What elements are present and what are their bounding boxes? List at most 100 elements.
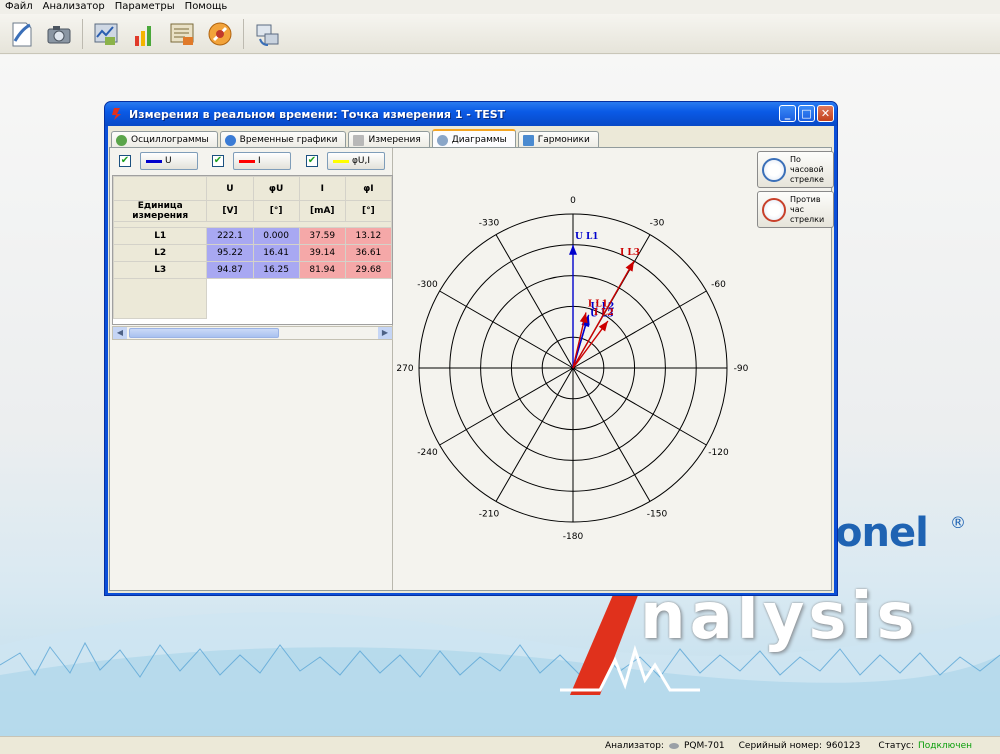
clock-reverse-icon (762, 197, 786, 222)
maximize-button[interactable]: □ (798, 105, 815, 122)
new-document-button[interactable] (4, 17, 38, 51)
phasor-arrowhead (569, 244, 577, 255)
status-value: Подключен (918, 740, 972, 751)
polar-spoke (572, 367, 707, 446)
harmonics-icon (522, 134, 534, 146)
phasor-arrowhead (598, 321, 608, 332)
chart-bars-icon (135, 25, 151, 46)
chart-bars-button[interactable] (127, 17, 161, 51)
empty-row-header (113, 278, 208, 319)
tab-measurements[interactable]: Измерения (348, 131, 430, 148)
angle-tick-label: -240 (417, 448, 438, 458)
angle-tick-label: -90 (734, 364, 749, 374)
menu-bar: Файл Анализатор Параметры Помощь (0, 0, 1000, 14)
phasor-label: U L1 (575, 232, 599, 242)
report-button[interactable] (165, 17, 199, 51)
u-swatch (146, 159, 162, 163)
analyzer-value: PQM-701 (683, 740, 725, 751)
scroll-left-arrow[interactable]: ◀ (113, 327, 127, 339)
analyzer-settings-icon (94, 23, 118, 45)
oscilloscope-icon (116, 134, 127, 146)
new-document-icon (12, 22, 32, 46)
polar-chart: 0 -30 -60 -90 -120 -150 -180 -210 -240 270 -300 -33… (396, 196, 749, 542)
column-header: φI (344, 176, 392, 201)
serial-label: Серийный номер: (738, 740, 823, 751)
menu-file[interactable]: Файл (0, 0, 38, 14)
window-title: Измерения в реальном времени: Точка изме… (129, 107, 506, 121)
corner-cell (113, 176, 208, 201)
tab-harmonics[interactable]: Гармоники (517, 131, 599, 148)
connect-button[interactable] (250, 17, 284, 51)
row-label: L3 (113, 261, 208, 279)
tab-strip: Осциллограммы Временные графики Измерени… (111, 128, 601, 149)
window-titlebar[interactable]: Измерения в реальном времени: Точка изме… (105, 102, 837, 126)
phasor-arrowhead (579, 312, 588, 324)
minimize-button[interactable]: _ (779, 105, 796, 122)
tab-label: Измерения (368, 135, 421, 145)
polar-spoke (572, 367, 651, 502)
angle-tick-label: -210 (479, 509, 500, 519)
u-checkbox[interactable]: ✔ (119, 155, 131, 167)
phasor-arrowhead (625, 260, 635, 272)
counterclockwise-label: Против час стрелки (790, 194, 825, 224)
angle-tick-label: -120 (708, 448, 729, 458)
i-series-button[interactable]: I (233, 152, 291, 170)
diagram-icon (436, 134, 448, 146)
toolbar (0, 14, 1000, 54)
tab-time-graphs[interactable]: Временные графики (219, 131, 347, 148)
i-swatch (239, 159, 255, 163)
tab-oscillograms[interactable]: Осциллограммы (111, 131, 218, 148)
tab-label: Диаграммы (451, 135, 507, 145)
tab-label: Осциллограммы (131, 135, 209, 145)
table-row: L3 94.87 16.25 81.94 29.68 (113, 261, 392, 279)
tools-icon (208, 22, 232, 45)
scroll-thumb[interactable] (129, 328, 279, 338)
phi-series-button[interactable]: φU,I (327, 152, 385, 170)
angle-tick-label: -300 (417, 280, 438, 290)
diagrams-pane: ✔ U ✔ I ✔ φU,I U φU I φI Единица измерен… (109, 147, 834, 591)
horizontal-scrollbar[interactable]: ◀ ▶ (112, 326, 393, 340)
unit-cell: [V] (206, 200, 254, 222)
menu-help[interactable]: Помощь (180, 0, 233, 14)
phasor-label: I L3 (620, 248, 640, 258)
empty-area (207, 279, 392, 319)
u-series-button[interactable]: U (140, 152, 198, 170)
angle-tick-label: 0 (570, 196, 576, 206)
table-cell: 222.1 (206, 227, 254, 245)
table-cell: 16.41 (252, 244, 300, 262)
angle-tick-label: -30 (650, 219, 665, 229)
i-checkbox[interactable]: ✔ (212, 155, 224, 167)
phi-swatch (333, 159, 349, 163)
window-app-icon (112, 108, 121, 120)
polar-spoke (439, 367, 574, 446)
series-toggles: ✔ U ✔ I ✔ φU,I (110, 152, 393, 172)
phasor-diagram: 0 -30 -60 -90 -120 -150 -180 -210 -240 270 -300 -33… (394, 148, 754, 590)
close-button[interactable]: ✕ (817, 105, 834, 122)
analyzer-settings-button[interactable] (89, 17, 123, 51)
tab-diagrams[interactable]: Диаграммы (431, 129, 516, 149)
table-cell: 39.14 (298, 244, 346, 262)
row-label: L1 (113, 227, 208, 245)
status-bar: Анализатор: PQM-701 Серийный номер: 9601… (0, 736, 1000, 754)
phasor-vector (572, 260, 635, 369)
scroll-right-arrow[interactable]: ▶ (378, 327, 392, 339)
window-controls: _ □ ✕ (779, 105, 834, 122)
tools-button[interactable] (203, 17, 237, 51)
menu-parameters[interactable]: Параметры (110, 0, 180, 14)
values-panel: ✔ U ✔ I ✔ φU,I U φU I φI Единица измерен… (110, 148, 393, 590)
counterclockwise-button[interactable]: Против час стрелки (757, 191, 834, 228)
menu-analyzer[interactable]: Анализатор (38, 0, 110, 14)
phi-checkbox[interactable]: ✔ (306, 155, 318, 167)
camera-icon (47, 25, 71, 43)
time-graph-icon (224, 134, 236, 146)
table-row: L1 222.1 0.000 37.59 13.12 (113, 227, 392, 245)
row-label: L2 (113, 244, 208, 262)
realtime-measurements-window: Измерения в реальном времени: Точка изме… (104, 101, 838, 596)
table-cell: 36.61 (344, 244, 392, 262)
clockwise-button[interactable]: По часовой стрелке (757, 151, 834, 188)
camera-button[interactable] (42, 17, 76, 51)
table-cell: 13.12 (344, 227, 392, 245)
column-header: U (206, 176, 254, 201)
column-header: φU (252, 176, 300, 201)
polar-spoke (495, 234, 574, 369)
